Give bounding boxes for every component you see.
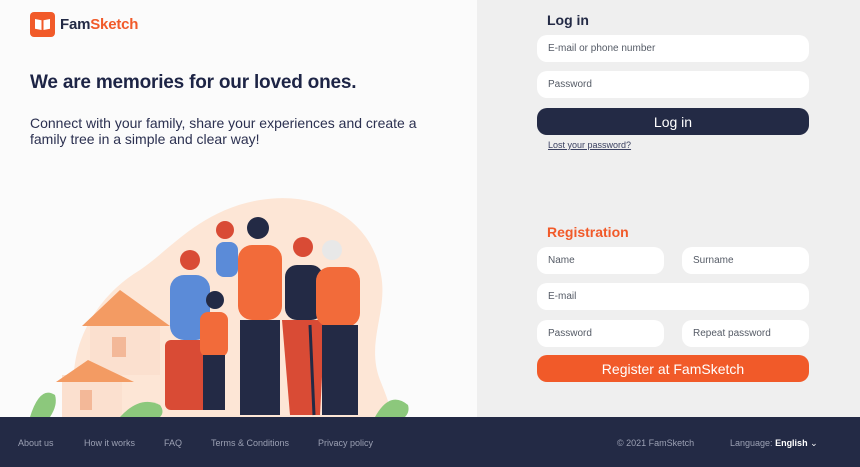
footer-link-privacy[interactable]: Privacy policy	[318, 438, 373, 448]
brand-name-part2: Sketch	[90, 16, 139, 33]
surname-input[interactable]	[682, 247, 809, 274]
login-button[interactable]: Log in	[537, 108, 809, 135]
registration-title: Registration	[547, 224, 629, 240]
footer-link-faq[interactable]: FAQ	[164, 438, 182, 448]
chevron-down-icon: ⌄	[810, 438, 818, 448]
footer-link-about[interactable]: About us	[18, 438, 54, 448]
register-password-input[interactable]	[537, 320, 664, 347]
language-label: Language:	[730, 438, 773, 448]
hero-panel: FamSketch We are memories for our loved …	[0, 0, 477, 417]
hero-subtext: Connect with your family, share your exp…	[30, 115, 417, 147]
footer: About us How it works FAQ Terms & Condit…	[0, 417, 860, 467]
brand-name: FamSketch	[60, 16, 138, 33]
login-password-input[interactable]	[537, 71, 809, 98]
hero-headline: We are memories for our loved ones.	[30, 72, 357, 93]
name-input[interactable]	[537, 247, 664, 274]
family-illustration	[30, 198, 409, 417]
repeat-password-input[interactable]	[682, 320, 809, 347]
book-icon	[30, 12, 55, 37]
footer-link-terms[interactable]: Terms & Conditions	[211, 438, 289, 448]
brand-name-part1: Fam	[60, 16, 91, 33]
language-selector[interactable]: Language: English ⌄	[730, 438, 818, 449]
footer-link-how-it-works[interactable]: How it works	[84, 438, 135, 448]
lost-password-link[interactable]: Lost your password?	[548, 140, 631, 150]
brand-logo[interactable]: FamSketch	[30, 12, 138, 37]
copyright: © 2021 FamSketch	[617, 438, 695, 448]
login-title: Log in	[547, 12, 589, 28]
register-email-input[interactable]	[537, 283, 809, 310]
register-button[interactable]: Register at FamSketch	[537, 355, 809, 382]
login-email-input[interactable]	[537, 35, 809, 62]
language-value: English	[775, 438, 808, 448]
